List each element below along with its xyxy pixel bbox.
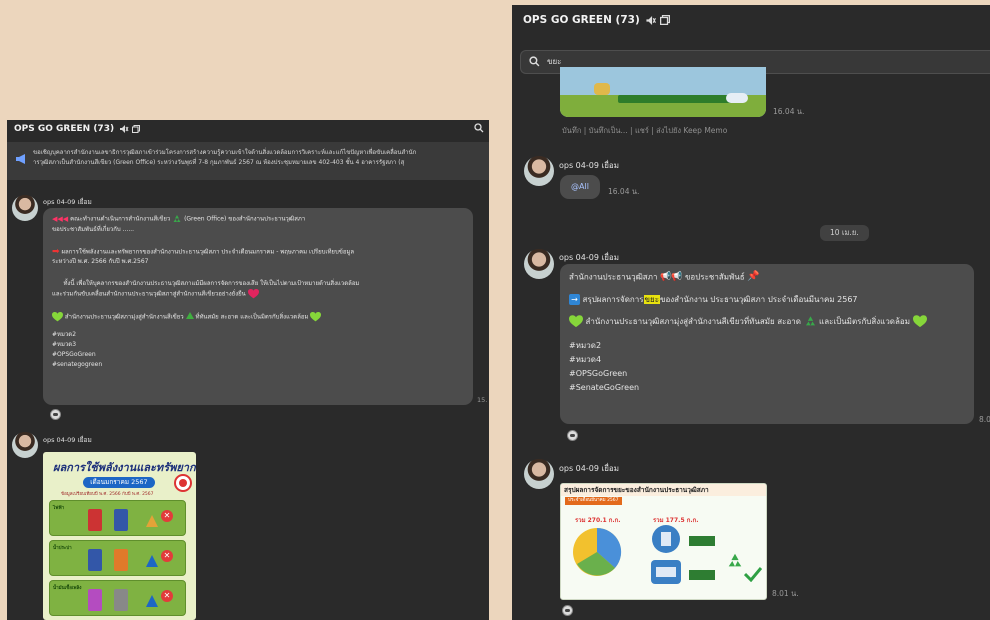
- hashtag[interactable]: #หมวด3: [52, 340, 464, 350]
- message-bubble[interactable]: สำนักงานประธานวุฒิสภา 📢📢 ขอประชาสัมพันธ์…: [560, 264, 974, 424]
- hashtag[interactable]: #หมวด4: [569, 353, 965, 367]
- avatar[interactable]: [524, 249, 554, 279]
- hashtag[interactable]: #OPSGoGreen: [52, 350, 464, 360]
- message-line: สำนักงานประธานวุฒิสภามุ่งสู่สำนักงานสีเข…: [52, 312, 464, 323]
- search-icon: [529, 56, 540, 67]
- sender-name: ops 04-09 เยื่อม: [559, 161, 619, 170]
- chat-title: OPS GO GREEN (73): [523, 14, 640, 26]
- message-time: 16.04 น.: [608, 187, 640, 196]
- poster-title: สรุปผลการจัดการขยะของสำนักงานประธานวุฒิส…: [561, 484, 766, 496]
- left-chat-window: OPS GO GREEN (73) ขอเชิญบุคลากรสำนักงานเ…: [7, 120, 489, 620]
- hashtag[interactable]: #หมวด2: [52, 330, 464, 340]
- stat-badge: [689, 570, 715, 580]
- message-time: 15.: [477, 396, 488, 404]
- avatar[interactable]: [524, 459, 554, 489]
- search-highlight: ขยะ: [643, 294, 660, 304]
- arrow-right-icon: →: [569, 293, 580, 305]
- message-line: ขอประชาสัมพันธ์ที่เกี่ยวกับ ......: [52, 225, 135, 233]
- chat-title-bar: OPS GO GREEN (73): [7, 120, 489, 138]
- motorbike-icon: [594, 83, 610, 95]
- recycle-icon: [804, 315, 817, 328]
- pinned-line-2: ารวุฒิสภาเป็นสำนักงานสีเขียว (Green Offi…: [33, 159, 405, 166]
- tree-icon: [185, 312, 194, 319]
- arrow-right-icon: ➡: [52, 246, 60, 257]
- recycle-icon: [172, 214, 182, 224]
- pie-chart-icon: [573, 527, 622, 576]
- sender-name: ops 04-09 เยื่อม: [559, 464, 619, 473]
- target-icon: [174, 474, 192, 492]
- right-chat-window: OPS GO GREEN (73) ขยะ 16.04 น. บันทึก | …: [512, 5, 990, 620]
- stat-badge: [689, 536, 715, 546]
- mute-icon[interactable]: [646, 15, 657, 25]
- hashtag[interactable]: #SenateGoGreen: [569, 381, 965, 395]
- waste-summary-poster[interactable]: สรุปผลการจัดการขยะของสำนักงานประธานวุฒิส…: [560, 483, 767, 600]
- green-heart-icon: [913, 315, 927, 328]
- hashtag[interactable]: #OPSGoGreen: [569, 367, 965, 381]
- pinned-line-1: ขอเชิญบุคลากรสำนักงานเลขาธิการวุฒิสภาเข้…: [33, 149, 417, 156]
- triangle-icon: [146, 515, 158, 527]
- message-line: ➡ ผลการใช้พลังงานและทรัพยากรของสำนักงานป…: [52, 246, 355, 257]
- message-bubble[interactable]: ◀◀◀ คณะทำงานดำเนินการสำนักงานสีเขียว (Gr…: [43, 208, 473, 405]
- water-row: น้ำประปา ✕: [49, 540, 186, 576]
- green-heart-icon: [310, 312, 321, 322]
- message-line: ทั้งนี้ เพื่อให้บุคลากรของสำนักงานประธาน…: [63, 280, 360, 287]
- cross-icon: ✕: [161, 510, 173, 522]
- message-line: สำนักงานประธานวุฒิสภา 📢📢 ขอประชาสัมพันธ์…: [569, 271, 760, 282]
- reaction-icon[interactable]: [50, 409, 61, 420]
- check-icon: [744, 567, 762, 582]
- avatar[interactable]: [12, 432, 38, 458]
- pinned-announcement[interactable]: ขอเชิญบุคลากรสำนักงานเลขาธิการวุฒิสภาเข้…: [7, 142, 489, 180]
- message-line: และร่วมกันขับเคลื่อนสำนักงานประธานวุฒิสภ…: [52, 289, 464, 300]
- poster-month: ประจำเดือนมีนาคม 2567: [565, 497, 622, 505]
- recycle-bin-icon: [652, 525, 680, 553]
- triangle-icon: [146, 595, 158, 607]
- sender-name: ops 04-09 เยื่อม: [43, 198, 92, 206]
- message-line: → สรุปผลการจัดการขยะของสำนักงาน ประธานวุ…: [569, 293, 965, 307]
- reaction-icon[interactable]: [562, 605, 573, 616]
- recycle-icon: [726, 552, 744, 570]
- megaphone-icon: ◀◀◀: [52, 215, 69, 223]
- electricity-row: ไฟฟ้า ✕: [49, 500, 186, 536]
- resource-usage-poster[interactable]: ผลการใช้พลังงานและทรัพยากร เดือนมกราคม 2…: [43, 452, 196, 620]
- message-line: ระหว่างปี พ.ศ. 2566 กับปี พ.ศ.2567: [52, 258, 149, 265]
- hashtag[interactable]: #senategogreen: [52, 360, 464, 370]
- message-line: ◀◀◀ คณะทำงานดำเนินการสำนักงานสีเขียว (Gr…: [52, 214, 306, 224]
- avatar[interactable]: [12, 195, 38, 221]
- image-actions[interactable]: บันทึก | บันทึกเป็น... | แชร์ | ส่งไปยัง…: [562, 125, 727, 137]
- poster-subtitle: ข้อมูลเปรียบเทียบปี พ.ศ. 2566 กับปี พ.ศ.…: [61, 492, 154, 497]
- shared-image[interactable]: [560, 67, 766, 117]
- poster-month: เดือนมกราคม 2567: [83, 477, 155, 488]
- chat-title: OPS GO GREEN (73): [14, 124, 115, 134]
- sender-name: ops 04-09 เยื่อม: [43, 436, 92, 444]
- message-time: 8.01 น.: [772, 589, 799, 598]
- car-icon: [726, 93, 748, 103]
- megaphone-icon: [16, 154, 25, 164]
- cross-icon: ✕: [161, 550, 173, 562]
- message-time: 8.0: [979, 415, 990, 424]
- green-heart-icon: [52, 312, 63, 322]
- triangle-icon: [146, 555, 158, 567]
- message-line: สำนักงานประธานวุฒิสภามุ่งสู่สำนักงานสีเข…: [569, 315, 965, 329]
- hashtag[interactable]: #หมวด2: [569, 339, 965, 353]
- sender-name: ops 04-09 เยื่อม: [559, 253, 619, 262]
- cross-icon: ✕: [161, 590, 173, 602]
- chat-title-bar: OPS GO GREEN (73): [512, 5, 990, 35]
- red-heart-icon: [247, 289, 259, 299]
- avatar[interactable]: [524, 156, 554, 186]
- reaction-icon[interactable]: [567, 430, 578, 441]
- megaphone-icon: 📢📢: [659, 272, 683, 282]
- pin-icon: 📌: [747, 271, 760, 282]
- fuel-row: น้ำมันเชื้อเพลิง ✕: [49, 580, 186, 616]
- truck-icon: [651, 560, 681, 584]
- date-separator: 10 เม.ย.: [820, 225, 869, 241]
- mention-all[interactable]: @All: [560, 175, 600, 199]
- copy-icon[interactable]: [659, 15, 670, 25]
- copy-icon[interactable]: [132, 125, 141, 133]
- mute-icon[interactable]: [120, 125, 129, 133]
- total-waste: รวม 270.1 ก.ก.: [575, 517, 621, 524]
- message-time: 16.04 น.: [773, 107, 805, 116]
- search-icon[interactable]: [474, 123, 484, 133]
- green-heart-icon: [569, 315, 583, 328]
